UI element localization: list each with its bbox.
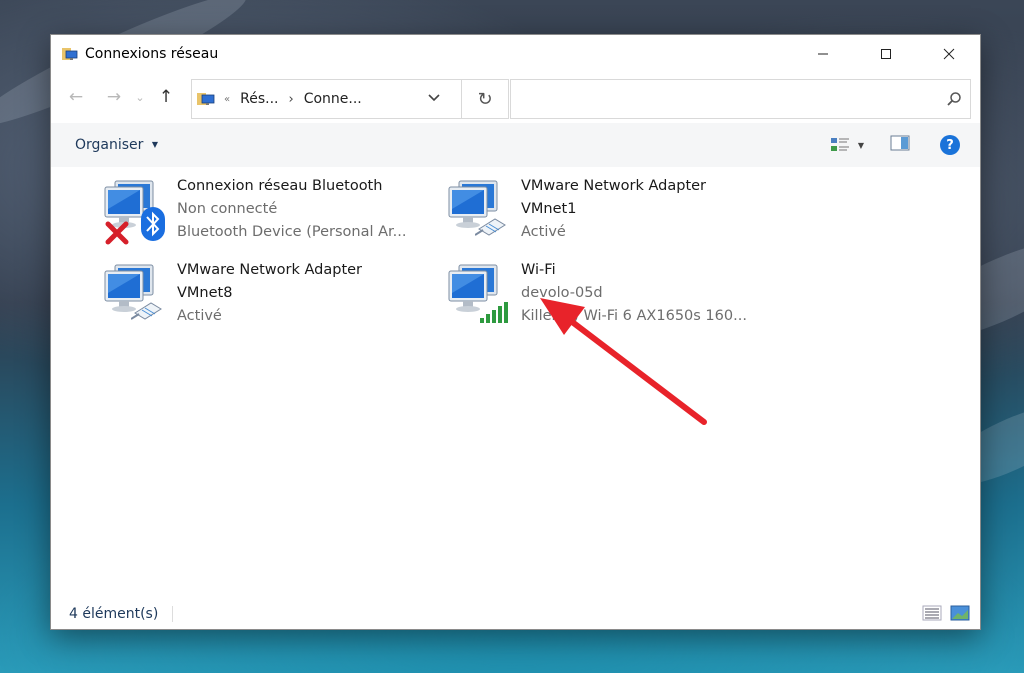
view-toggle-group: [922, 605, 970, 625]
connection-item-wifi[interactable]: Wi-Fi devolo-05d Killer(R) Wi-Fi 6 AX165…: [447, 262, 747, 329]
search-box[interactable]: [510, 79, 971, 119]
bluetooth-icon: [141, 207, 165, 241]
network-computers-icon: [447, 263, 509, 329]
connection-item-vmnet8[interactable]: VMware Network Adapter VMnet8 Activé: [103, 262, 362, 329]
connection-details: Wi-Fi devolo-05d Killer(R) Wi-Fi 6 AX165…: [521, 259, 747, 329]
wifi-signal-bars-icon: [480, 302, 508, 323]
window-title: Connexions réseau: [85, 46, 219, 62]
network-computers-icon: [447, 179, 509, 245]
connection-item-bluetooth[interactable]: Connexion réseau Bluetooth Non connecté …: [103, 178, 406, 245]
connection-name: VMware Network Adapter: [521, 178, 707, 194]
title-bar: Connexions réseau: [51, 35, 980, 73]
back-button[interactable]: ←: [65, 86, 87, 108]
window-controls: [791, 35, 980, 73]
connection-network: VMnet8: [177, 285, 233, 301]
view-options-icon: [830, 138, 849, 151]
dropdown-arrow-icon: ▼: [857, 140, 864, 150]
recent-locations-button[interactable]: ⌄: [129, 86, 151, 108]
minimize-icon: [817, 53, 828, 55]
item-count: 4 élément(s): [69, 606, 159, 622]
connection-status: Activé: [521, 224, 566, 240]
preview-pane-icon: [890, 135, 910, 151]
forward-button[interactable]: →: [103, 86, 125, 108]
ethernet-plug-icon: [475, 218, 506, 236]
search-icon[interactable]: [946, 91, 962, 107]
command-bar-right: ▼ ?: [830, 123, 960, 167]
dropdown-arrow-icon: ▼: [151, 140, 159, 149]
command-bar: Organiser ▼ ▼ ?: [51, 123, 980, 167]
preview-pane-button[interactable]: [890, 135, 910, 155]
connection-device: Bluetooth Device (Personal Ar...: [177, 224, 407, 240]
chevron-down-icon: [428, 94, 440, 102]
connections-list: Connexion réseau Bluetooth Non connecté …: [51, 167, 980, 603]
connection-status: Activé: [177, 308, 222, 324]
arrow-up-icon: ↑: [158, 87, 174, 107]
connection-details: Connexion réseau Bluetooth Non connecté …: [177, 175, 406, 245]
breadcrumb-network[interactable]: Rés...: [240, 91, 278, 107]
connection-name: Connexion réseau Bluetooth: [177, 178, 383, 194]
details-view-icon: [922, 605, 942, 621]
connection-item-vmnet1[interactable]: VMware Network Adapter VMnet1 Activé: [447, 178, 706, 245]
change-view-button[interactable]: ▼: [830, 136, 864, 154]
large-icons-view-button[interactable]: [950, 605, 970, 625]
connection-device: Killer(R) Wi-Fi 6 AX1650s 160...: [521, 308, 747, 324]
status-bar: 4 élément(s): [51, 599, 980, 629]
maximize-icon: [880, 49, 891, 59]
connection-name: VMware Network Adapter: [177, 262, 363, 278]
minimize-button[interactable]: [791, 35, 854, 73]
up-button[interactable]: ↑: [155, 86, 177, 108]
network-computers-icon: [103, 179, 165, 245]
network-folder-icon: [196, 90, 216, 108]
close-icon: [943, 48, 954, 60]
status-separator: [172, 606, 174, 622]
network-computers-icon: [103, 263, 165, 329]
arrow-right-icon: →: [106, 87, 122, 107]
network-folder-icon: [61, 45, 79, 63]
maximize-button[interactable]: [854, 35, 917, 73]
close-button[interactable]: [917, 35, 980, 73]
connection-network: devolo-05d: [521, 285, 603, 301]
breadcrumb-overflow[interactable]: «: [224, 94, 230, 105]
refresh-button[interactable]: ↻: [461, 79, 509, 119]
organise-label: Organiser: [75, 137, 144, 153]
large-icons-view-icon: [950, 605, 970, 621]
help-button[interactable]: ?: [940, 135, 960, 155]
red-x-icon: [105, 221, 129, 245]
search-input[interactable]: [517, 83, 946, 115]
breadcrumb-connections[interactable]: Conne...: [304, 91, 362, 107]
arrow-left-icon: ←: [68, 87, 84, 107]
connection-details: VMware Network Adapter VMnet1 Activé: [521, 175, 706, 245]
organise-menu-button[interactable]: Organiser ▼: [75, 137, 158, 153]
ethernet-plug-icon: [131, 302, 162, 320]
address-dropdown-button[interactable]: [427, 91, 441, 107]
address-bar-row: ← → ⌄ ↑ « Rés... › Conne... ↻: [51, 73, 980, 121]
network-connections-window: Connexions réseau ← → ⌄ ↑ « Rés... › Con…: [50, 34, 981, 630]
refresh-icon: ↻: [477, 88, 493, 110]
connection-status: Non connecté: [177, 201, 278, 217]
chevron-down-icon: ⌄: [135, 90, 145, 104]
chevron-right-icon[interactable]: ›: [288, 92, 293, 107]
help-icon: ?: [946, 137, 954, 153]
connection-name: Wi-Fi: [521, 262, 556, 278]
details-view-button[interactable]: [922, 605, 942, 625]
connection-network: VMnet1: [521, 201, 577, 217]
connection-details: VMware Network Adapter VMnet8 Activé: [177, 259, 362, 329]
